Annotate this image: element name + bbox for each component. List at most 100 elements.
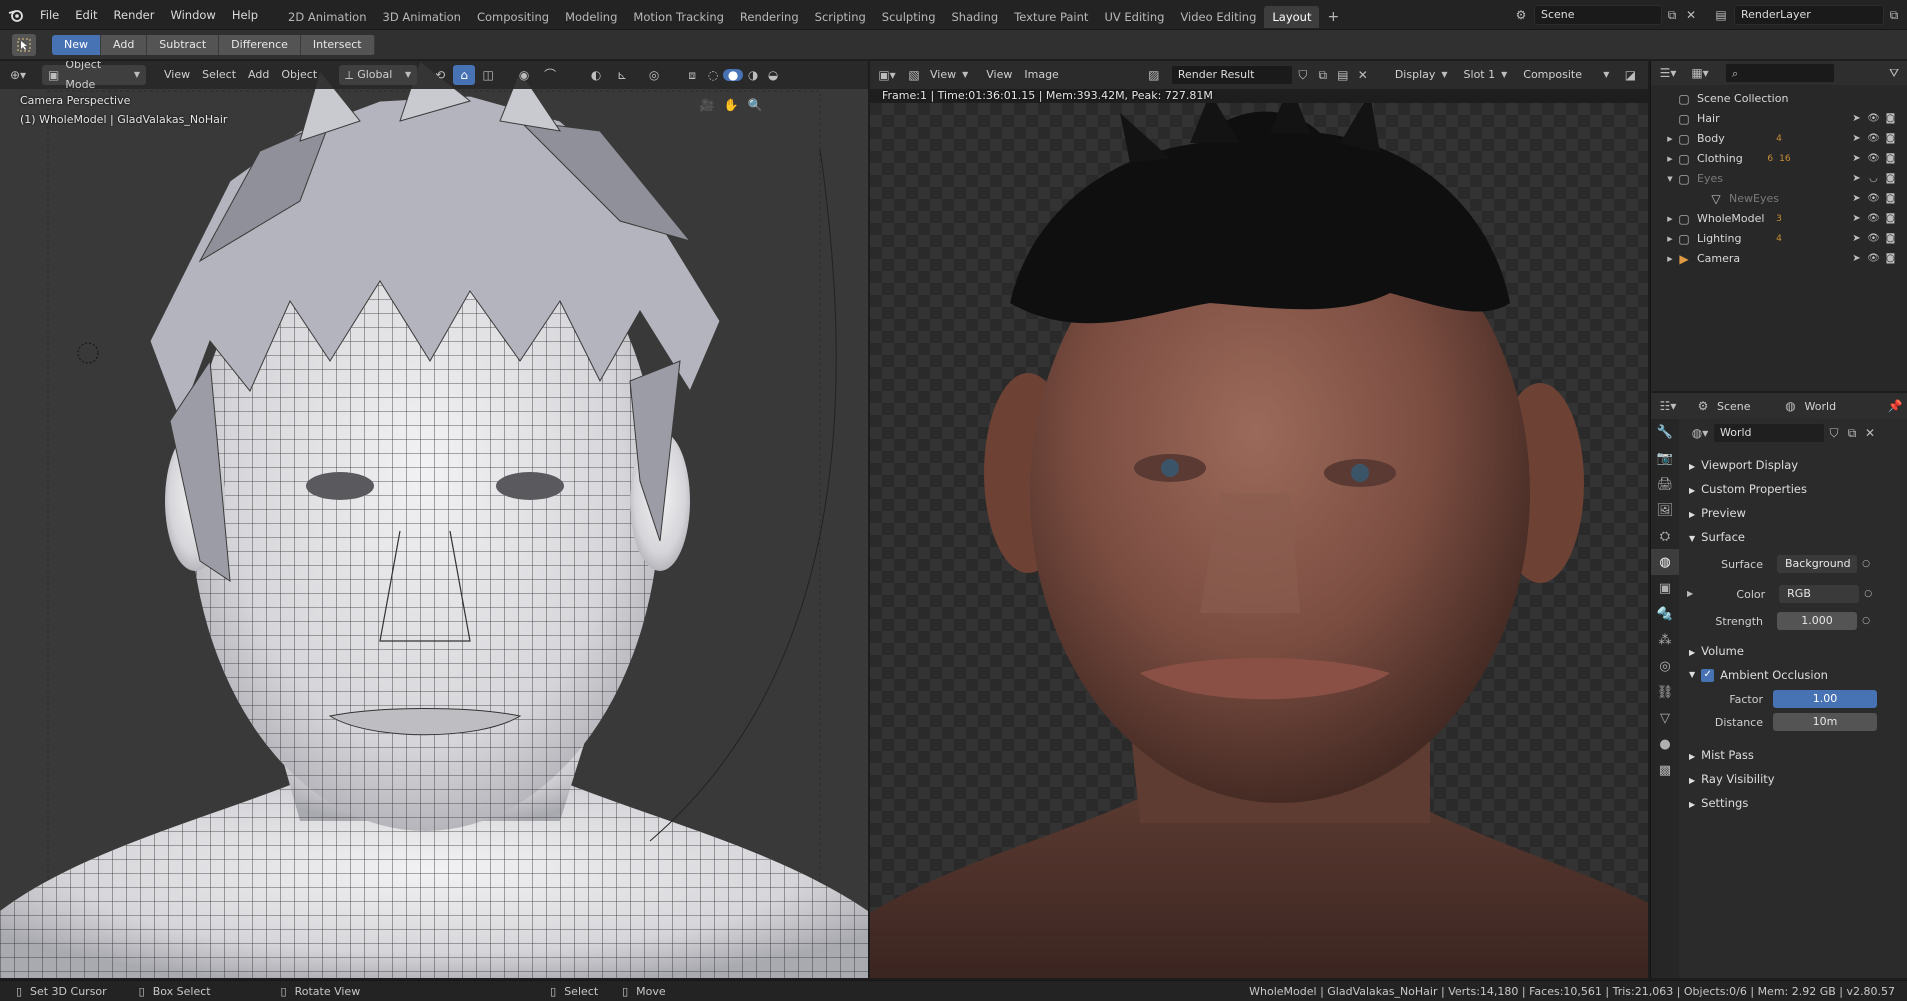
view-mode-icon[interactable]: ▧ xyxy=(904,69,924,81)
eye-icon[interactable]: 👁 xyxy=(1865,254,1882,264)
menu-render[interactable]: Render xyxy=(106,0,163,30)
expand-arrow-icon[interactable]: ▶ xyxy=(1665,135,1675,143)
pivot-icon[interactable]: ⟲ xyxy=(427,69,453,81)
delete-scene-icon[interactable]: ✕ xyxy=(1682,9,1700,21)
scene-icon[interactable]: ⚙ xyxy=(1508,9,1534,21)
tab-scripting[interactable]: Scripting xyxy=(807,6,874,28)
falloff-icon[interactable]: ⌒ xyxy=(537,69,563,81)
data-tab-icon[interactable]: ▽ xyxy=(1651,705,1679,731)
shading-material-icon[interactable]: ◑ xyxy=(743,69,763,81)
display-channels-icon[interactable]: ◪ xyxy=(1617,69,1643,81)
eye-icon[interactable]: 👁 xyxy=(1865,114,1882,124)
world-name-field[interactable]: World xyxy=(1713,423,1825,443)
particles-tab-icon[interactable]: ⁂ xyxy=(1651,627,1679,653)
panel-mist-pass[interactable]: ▶ Mist Pass xyxy=(1681,743,1906,767)
constraints-tab-icon[interactable]: ⛓ xyxy=(1651,679,1679,705)
editor-type-icon[interactable]: ☰▾ xyxy=(1651,67,1685,79)
camera-view-icon[interactable]: 🎥 xyxy=(695,99,719,111)
outliner-item-lighting[interactable]: ▶ ▢ Lighting 4 ➤ 👁 ◙ xyxy=(1651,229,1907,249)
editor-type-icon[interactable]: ☷▾ xyxy=(1651,400,1685,412)
outliner-item-hair[interactable]: ▢ Hair ➤ 👁 ◙ xyxy=(1651,109,1907,129)
menu-image[interactable]: Image xyxy=(1018,65,1064,85)
unlink-image-icon[interactable]: ✕ xyxy=(1353,69,1373,81)
panel-preview[interactable]: ▶ Preview xyxy=(1681,501,1906,525)
material-tab-icon[interactable]: ● xyxy=(1651,731,1679,757)
open-image-icon[interactable]: ▤ xyxy=(1333,69,1353,81)
snap-icon[interactable]: ⌂ xyxy=(453,65,476,85)
shading-solid-icon[interactable]: ● xyxy=(723,69,744,81)
outliner-scene-collection[interactable]: ▢ Scene Collection xyxy=(1651,89,1907,109)
blender-logo-icon[interactable] xyxy=(0,0,32,30)
socket-icon[interactable]: ○ xyxy=(1859,589,1877,599)
breadcrumb-scene[interactable]: Scene xyxy=(1717,400,1751,413)
display-dropdown[interactable]: Display xyxy=(1389,65,1442,85)
menu-window[interactable]: Window xyxy=(162,0,223,30)
world-browse-icon[interactable]: ◍▾ xyxy=(1687,427,1713,439)
render-layer-icon[interactable]: ▤ xyxy=(1708,9,1734,21)
tab-layout[interactable]: Layout xyxy=(1264,5,1320,28)
panel-ambient-occlusion[interactable]: ▼ ✓ Ambient Occlusion xyxy=(1681,663,1906,687)
camera-render-icon[interactable]: ◙ xyxy=(1882,254,1899,264)
panel-viewport-display[interactable]: ▶ Viewport Display xyxy=(1681,453,1906,477)
socket-icon[interactable]: ○ xyxy=(1857,616,1875,626)
menu-help[interactable]: Help xyxy=(224,0,266,30)
new-world-icon[interactable]: ⧉ xyxy=(1843,427,1861,439)
tab-uv-editing[interactable]: UV Editing xyxy=(1096,6,1172,28)
texture-tab-icon[interactable]: ▩ xyxy=(1651,757,1679,783)
tool-tab-icon[interactable]: 🔧 xyxy=(1651,419,1679,445)
strength-field[interactable]: 1.000 xyxy=(1777,612,1857,630)
outliner-item-clothing[interactable]: ▶ ▢ Clothing 6 16 ➤ 👁 ◙ xyxy=(1651,149,1907,169)
surface-value-button[interactable]: Background xyxy=(1777,555,1857,573)
new-scene-icon[interactable]: ⧉ xyxy=(1662,9,1682,21)
eye-icon[interactable]: 👁 xyxy=(1865,194,1882,204)
object-tab-icon[interactable]: ▣ xyxy=(1651,575,1679,601)
menu-object[interactable]: Object xyxy=(275,65,323,85)
tab-3d-animation[interactable]: 3D Animation xyxy=(375,6,469,28)
select-box-tool-icon[interactable] xyxy=(12,33,36,56)
breadcrumb-world[interactable]: World xyxy=(1805,400,1837,413)
select-icon[interactable]: ➤ xyxy=(1848,234,1865,244)
tab-compositing[interactable]: Compositing xyxy=(469,6,557,28)
shading-wireframe-icon[interactable]: ◌ xyxy=(703,69,723,81)
tab-texture-paint[interactable]: Texture Paint xyxy=(1006,6,1096,28)
new-layer-icon[interactable]: ⧉ xyxy=(1884,9,1904,21)
image-name-field[interactable]: Render Result xyxy=(1170,65,1293,85)
select-icon[interactable]: ➤ xyxy=(1848,214,1865,224)
image-browse-icon[interactable]: ▨ xyxy=(1141,69,1167,81)
select-icon[interactable]: ➤ xyxy=(1848,174,1865,184)
composite-dropdown[interactable]: Composite xyxy=(1517,65,1603,85)
menu-select[interactable]: Select xyxy=(196,65,242,85)
new-image-icon[interactable]: ⧉ xyxy=(1313,69,1333,81)
render-layer-field[interactable]: RenderLayer xyxy=(1734,5,1884,25)
zoom-icon[interactable]: 🔍 xyxy=(743,99,767,111)
fake-user-icon[interactable]: ⛉ xyxy=(1825,427,1843,439)
editor-type-icon[interactable]: ⊕▾ xyxy=(0,69,36,81)
unlink-world-icon[interactable]: ✕ xyxy=(1861,427,1879,439)
factor-field[interactable]: 1.00 xyxy=(1773,690,1877,708)
render-tab-icon[interactable]: 📷 xyxy=(1651,445,1679,471)
snap-target-icon[interactable]: ◫ xyxy=(475,69,501,81)
menu-view[interactable]: View xyxy=(980,65,1018,85)
tab-video-editing[interactable]: Video Editing xyxy=(1172,6,1264,28)
camera-render-icon[interactable]: ◙ xyxy=(1882,114,1899,124)
expand-arrow-icon[interactable]: ▶ xyxy=(1665,255,1675,263)
pin-icon[interactable]: 📌 xyxy=(1883,400,1907,412)
object-mode-dropdown[interactable]: ▣ Object Mode ▼ xyxy=(42,61,146,91)
camera-render-icon[interactable]: ◙ xyxy=(1882,214,1899,224)
socket-icon[interactable]: ○ xyxy=(1857,559,1875,569)
xray-icon[interactable]: ⧈ xyxy=(681,69,703,81)
camera-render-icon[interactable]: ◙ xyxy=(1882,234,1899,244)
outliner-item-body[interactable]: ▶ ▢ Body 4 ➤ 👁 ◙ xyxy=(1651,129,1907,149)
modifier-tab-icon[interactable]: 🔩 xyxy=(1651,601,1679,627)
select-icon[interactable]: ➤ xyxy=(1848,194,1865,204)
scene-tab-icon[interactable]: ⛭ xyxy=(1651,523,1679,549)
output-tab-icon[interactable]: 🖨 xyxy=(1651,471,1679,497)
eye-icon[interactable]: ◡ xyxy=(1865,174,1882,184)
hand-pan-icon[interactable]: ✋ xyxy=(719,99,743,111)
proportional-edit-icon[interactable]: ◉ xyxy=(511,69,537,81)
mode-subtract-button[interactable]: Subtract xyxy=(147,34,220,55)
transform-orientation-dropdown[interactable]: ⟂ Global ▼ xyxy=(339,65,418,85)
panel-volume[interactable]: ▶ Volume xyxy=(1681,639,1906,663)
menu-view-dropdown[interactable]: View xyxy=(924,65,962,85)
visibility-icon[interactable]: ◐ xyxy=(583,69,609,81)
